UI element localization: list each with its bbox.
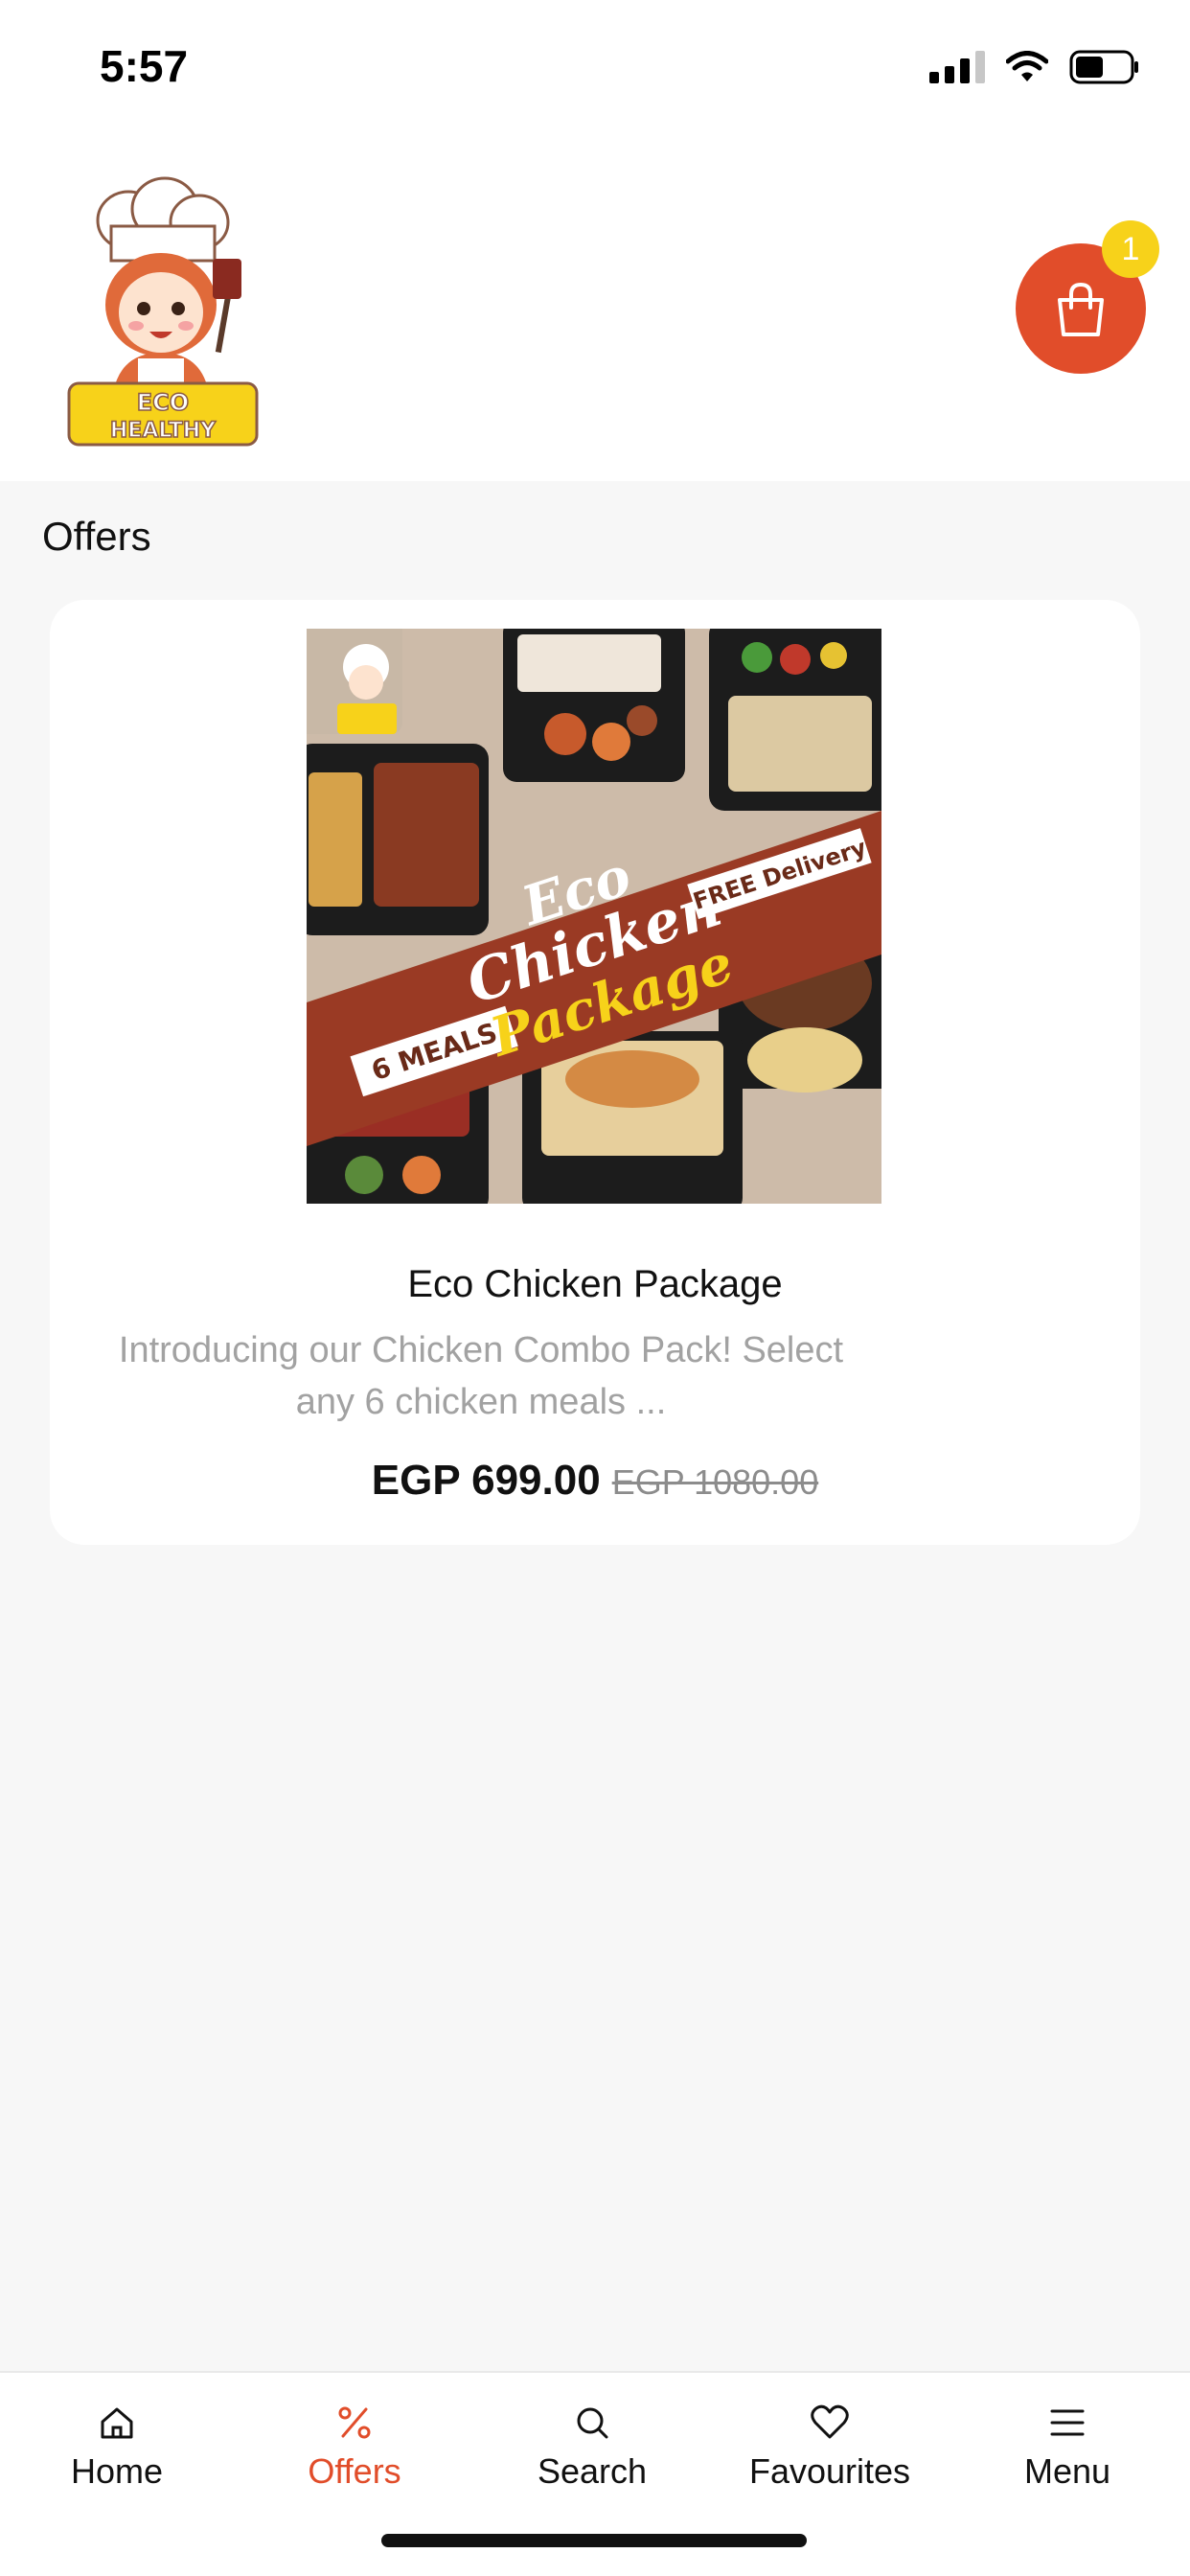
status-time: 5:57: [100, 41, 189, 91]
nav-item-offers[interactable]: Offers: [249, 2400, 460, 2492]
search-icon: [577, 2407, 608, 2439]
nav-item-home[interactable]: Home: [11, 2400, 222, 2492]
offer-title: Eco Chicken Package: [407, 1263, 783, 1305]
offer-image: 6 MEALS Eco Chicken Package FREE Deliver…: [307, 629, 881, 1204]
home-indicator: [381, 2534, 807, 2547]
cellular-signal-icon: [929, 51, 985, 83]
section-title: Offers: [42, 514, 151, 559]
menu-icon: [1050, 2409, 1085, 2436]
app-header: ECO HEALTHY 1: [0, 144, 1190, 481]
battery-icon: [1069, 50, 1138, 84]
cart-count-badge: 1: [1102, 220, 1159, 278]
price-row: EGP 699.00 EGP 1080.00: [50, 1457, 1140, 1505]
old-price: EGP 1080.00: [611, 1462, 819, 1502]
nav-item-menu[interactable]: Menu: [962, 2400, 1173, 2492]
offer-card[interactable]: 6 MEALS Eco Chicken Package FREE Deliver…: [50, 600, 1140, 1545]
status-bar: 5:57: [0, 0, 1190, 144]
current-price: EGP 699.00: [371, 1457, 601, 1504]
shopping-bag-icon: [1058, 282, 1104, 336]
nav-label-search: Search: [537, 2451, 648, 2491]
home-icon: [101, 2407, 133, 2439]
percent-icon: [338, 2406, 371, 2439]
nav-item-favourites[interactable]: Favourites: [724, 2400, 935, 2492]
heart-icon: [811, 2404, 849, 2439]
nav-item-search[interactable]: Search: [487, 2400, 698, 2492]
status-icons: [929, 50, 1140, 84]
nav-label-favourites: Favourites: [748, 2451, 911, 2491]
nav-label-home: Home: [70, 2451, 164, 2491]
nav-label-offers: Offers: [308, 2451, 401, 2491]
eco-healthy-logo[interactable]: ECO HEALTHY: [61, 171, 263, 448]
logo-text-line1: ECO: [137, 389, 189, 416]
wifi-icon: [1006, 51, 1048, 81]
nav-label-menu: Menu: [1023, 2451, 1111, 2491]
logo-text-line2: HEALTHY: [110, 419, 217, 443]
offer-description: Introducing our Chicken Combo Pack! Sele…: [118, 1330, 844, 1422]
